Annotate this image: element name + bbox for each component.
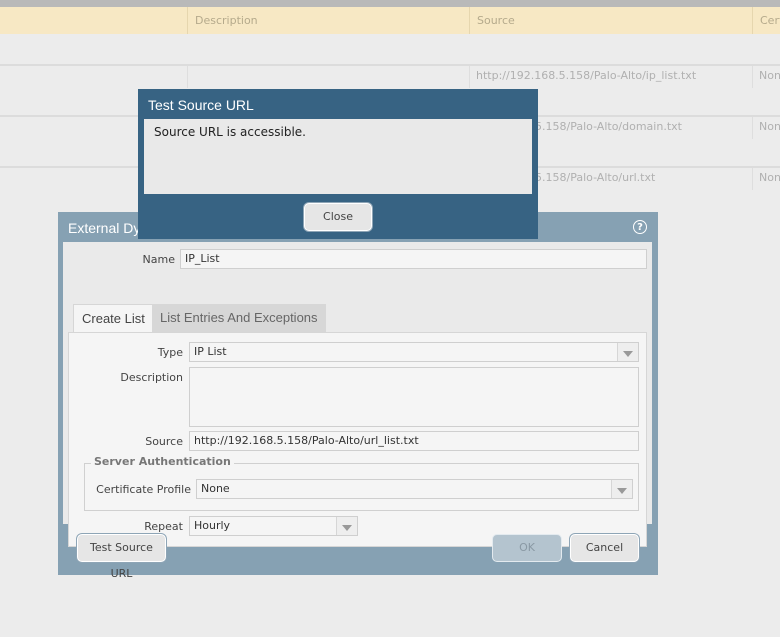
table-header: Description Source Certi (0, 7, 780, 34)
certificate-profile-label: Certificate Profile (96, 483, 191, 496)
source-input[interactable]: http://192.168.5.158/Palo-Alto/url_list.… (189, 431, 639, 451)
repeat-dropdown[interactable]: Hourly (189, 516, 358, 536)
repeat-value: Hourly (194, 519, 231, 532)
description-label: Description (120, 371, 183, 384)
name-input[interactable]: IP_List (180, 249, 647, 269)
tab-list-entries-and-exceptions[interactable]: List Entries And Exceptions (152, 304, 326, 332)
external-dynamic-list-dialog: External Dyna ? Name IP_List Create List… (58, 212, 658, 580)
test-source-url-button[interactable]: Test Source URL (77, 534, 166, 580)
description-textarea[interactable] (189, 367, 639, 427)
popup-body: Source URL is accessible. (144, 119, 532, 194)
server-authentication-legend: Server Authentication (91, 455, 234, 468)
tab-create-list[interactable]: Create List (73, 304, 154, 332)
test-source-url-popup: Test Source URL Source URL is accessible… (138, 89, 538, 239)
row-certificate: None (752, 117, 780, 139)
row-source: http://192.168.5.158/Palo-Alto/ip_list.t… (469, 66, 752, 88)
row-source: 5.158/Palo-Alto/url.txt (535, 171, 656, 184)
row-certificate: None (752, 66, 780, 88)
header-col-description[interactable]: Description (187, 7, 469, 34)
header-col-source[interactable]: Source (469, 7, 752, 34)
type-value: IP List (194, 345, 227, 358)
popup-title: Test Source URL (148, 97, 254, 113)
create-list-panel: Type IP List Description Source http://1… (68, 332, 647, 547)
chevron-down-icon[interactable] (611, 480, 632, 498)
row-description (187, 66, 469, 88)
row-certificate: None (752, 168, 780, 190)
close-button[interactable]: Close (304, 203, 372, 231)
cancel-button[interactable]: Cancel (570, 534, 639, 562)
top-strip (0, 0, 780, 7)
dialog-body: Name IP_List Create List List Entries An… (63, 242, 652, 547)
help-icon[interactable]: ? (633, 220, 647, 234)
certificate-profile-dropdown[interactable]: None (196, 479, 633, 499)
type-dropdown[interactable]: IP List (189, 342, 639, 362)
header-col-name[interactable] (0, 7, 187, 34)
row-source: 5.158/Palo-Alto/domain.txt (535, 120, 682, 133)
name-label: Name (142, 253, 175, 266)
source-label: Source (145, 435, 183, 448)
repeat-label: Repeat (144, 520, 183, 533)
certificate-profile-value: None (201, 482, 230, 495)
popup-message: Source URL is accessible. (154, 125, 306, 139)
ok-button[interactable]: OK (492, 534, 562, 562)
header-col-certificate[interactable]: Certi (752, 7, 780, 34)
chevron-down-icon[interactable] (336, 517, 357, 535)
chevron-down-icon[interactable] (617, 343, 638, 361)
server-authentication-group: Server Authentication Certificate Profil… (84, 455, 639, 511)
type-label: Type (157, 346, 183, 359)
